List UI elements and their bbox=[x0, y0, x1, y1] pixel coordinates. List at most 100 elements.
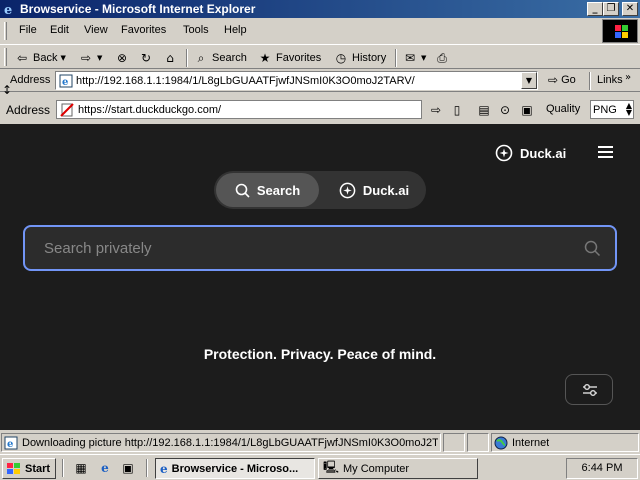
close-button[interactable]: ✕ bbox=[622, 2, 638, 16]
maximize-button[interactable]: ❐ bbox=[603, 2, 619, 16]
chevron-down-icon[interactable]: ▼ bbox=[60, 54, 65, 62]
status-panel bbox=[443, 433, 465, 452]
windows-flag-icon bbox=[7, 462, 20, 474]
inner-go-icon[interactable]: ⇨ bbox=[427, 101, 445, 119]
insecure-page-icon bbox=[60, 103, 74, 117]
address-bar: Address e http://192.168.1.1:1984/1/L8gL… bbox=[0, 70, 640, 92]
address-label: Address bbox=[10, 74, 51, 86]
history-button[interactable]: ◷ History bbox=[333, 49, 386, 66]
tagline: Protection. Privacy. Peace of mind. bbox=[203, 346, 437, 362]
forward-button[interactable]: ⇨ ▼ bbox=[78, 49, 102, 66]
search-icon bbox=[235, 183, 250, 198]
window-title: Browservice - Microsoft Internet Explore… bbox=[20, 2, 256, 16]
back-arrow-icon: ⇦ bbox=[16, 50, 28, 65]
start-label: Start bbox=[25, 462, 51, 475]
go-label: Go bbox=[561, 74, 576, 86]
chevron-down-icon[interactable]: ▼ bbox=[97, 54, 102, 62]
security-zone-label: Internet bbox=[512, 437, 550, 449]
duck-ai-sparkle-icon bbox=[495, 144, 513, 162]
page-icon: e bbox=[59, 74, 73, 88]
back-button[interactable]: ⇦ Back ▼ bbox=[14, 49, 66, 66]
menu-favorites[interactable]: Favorites bbox=[121, 24, 166, 36]
task-my-computer[interactable]: 🖳 My Computer bbox=[318, 458, 478, 479]
start-button[interactable]: Start bbox=[2, 458, 56, 479]
network-icon[interactable]: ▣ bbox=[119, 459, 137, 477]
quality-label: Quality bbox=[546, 103, 581, 115]
menu-tools[interactable]: Tools bbox=[183, 24, 209, 36]
ie-logo-icon: e bbox=[160, 461, 168, 476]
refresh-button[interactable]: ↻ bbox=[138, 49, 154, 66]
bookmark-icon[interactable]: ▯ bbox=[448, 101, 466, 119]
toolbar-separator bbox=[589, 72, 591, 90]
tab-search[interactable]: Search bbox=[216, 173, 319, 207]
menu-help[interactable]: Help bbox=[224, 24, 247, 36]
search-icon[interactable] bbox=[584, 240, 601, 257]
minimize-button[interactable]: _ bbox=[587, 2, 603, 16]
ie-quicklaunch-icon[interactable]: e bbox=[96, 459, 114, 477]
system-tray-clock[interactable]: 6:44 PM bbox=[566, 458, 638, 479]
search-box bbox=[23, 225, 617, 271]
computer-icon: 🖳 bbox=[323, 460, 340, 474]
windows-logo-icon bbox=[602, 19, 638, 43]
history-label: History bbox=[352, 51, 387, 64]
settings-button[interactable] bbox=[565, 374, 613, 405]
back-label: Back bbox=[33, 51, 58, 64]
quality-value: PNG bbox=[593, 104, 617, 116]
address-url: http://192.168.1.1:1984/1/L8gLbGUAATFjwf… bbox=[76, 75, 415, 87]
page-loading-icon: e bbox=[4, 436, 18, 450]
save-icon[interactable]: ▣ bbox=[518, 101, 536, 119]
tab-duck-ai[interactable]: Duck.ai bbox=[324, 173, 424, 207]
chevron-right-icon[interactable]: » bbox=[625, 72, 631, 83]
home-button[interactable]: ⌂ bbox=[162, 49, 178, 66]
task-browservice[interactable]: e Browservice - Microso... bbox=[155, 458, 315, 479]
svg-text:e: e bbox=[7, 439, 13, 450]
go-button[interactable]: ⇨ Go bbox=[548, 73, 576, 87]
hamburger-menu-icon[interactable] bbox=[598, 146, 613, 159]
duck-ai-sparkle-icon bbox=[339, 182, 356, 198]
show-desktop-icon[interactable]: ▦ bbox=[72, 459, 90, 477]
search-label: Search bbox=[212, 51, 247, 64]
tab-search-label: Search bbox=[256, 182, 301, 198]
address-input[interactable]: e http://192.168.1.1:1984/1/L8gLbGUAATFj… bbox=[55, 71, 538, 90]
quality-spinner-icon[interactable]: ▲ ▼ bbox=[626, 102, 632, 117]
mail-button[interactable]: ✉ ▼ bbox=[402, 49, 426, 66]
status-message-panel: e Downloading picture http://192.168.1.1… bbox=[1, 433, 441, 452]
toolbar-separator bbox=[186, 49, 188, 67]
menu-edit[interactable]: Edit bbox=[50, 24, 69, 36]
mail-icon: ✉ bbox=[404, 50, 416, 65]
menu-view[interactable]: View bbox=[84, 24, 108, 36]
menu-file[interactable]: File bbox=[19, 24, 37, 36]
task-browservice-label: Browservice - Microso... bbox=[171, 462, 299, 475]
favorites-label: Favorites bbox=[276, 51, 322, 64]
menu-bar: File Edit View Favorites Tools Help bbox=[0, 19, 640, 43]
chevron-down-icon[interactable]: ▼ bbox=[421, 54, 426, 62]
inner-address-input[interactable]: https://start.duckduckgo.com/ bbox=[56, 100, 422, 119]
title-bar[interactable]: e Browservice - Microsoft Internet Explo… bbox=[0, 0, 640, 18]
toolbar-separator bbox=[395, 49, 397, 67]
toolbar-grip[interactable] bbox=[4, 48, 7, 66]
favorites-star-icon: ★ bbox=[259, 50, 271, 65]
links-button[interactable]: Links bbox=[597, 74, 623, 86]
quality-select[interactable]: PNG ▲ ▼ bbox=[590, 100, 634, 119]
standard-toolbar: ⇦ Back ▼ ⇨ ▼ ⊗ ↻ ⌂ ⌕ Search ★ Favorites … bbox=[0, 44, 640, 69]
toolbar-grip[interactable] bbox=[4, 22, 7, 40]
taskbar: Start ▦ e ▣ e Browservice - Microso... 🖳… bbox=[0, 454, 640, 480]
search-input[interactable] bbox=[44, 237, 564, 259]
globe-icon bbox=[494, 436, 508, 450]
duck-ai-link[interactable]: Duck.ai bbox=[495, 144, 566, 162]
stop-icon: ⊗ bbox=[116, 50, 128, 65]
stop-button[interactable]: ⊗ bbox=[114, 49, 130, 66]
print-button[interactable]: ⎙ bbox=[434, 49, 450, 66]
web-content: Duck.ai Search Duck.ai Protection. Priva… bbox=[0, 124, 640, 430]
address-dropdown-button[interactable]: ▼ bbox=[521, 72, 537, 89]
search-button[interactable]: ⌕ Search bbox=[193, 49, 247, 66]
clipboard-icon[interactable]: ▤ bbox=[475, 101, 493, 119]
favorites-button[interactable]: ★ Favorites bbox=[257, 49, 322, 66]
search-globe-icon: ⌕ bbox=[197, 50, 205, 65]
status-panel bbox=[467, 433, 489, 452]
go-arrow-icon: ⇨ bbox=[548, 73, 559, 87]
find-binoculars-icon[interactable]: ⊙ bbox=[496, 101, 514, 119]
taskbar-separator bbox=[62, 459, 64, 477]
browservice-toolbar: Address https://start.duckduckgo.com/ ⇨ … bbox=[0, 97, 640, 121]
tab-duck-ai-label: Duck.ai bbox=[362, 182, 410, 198]
